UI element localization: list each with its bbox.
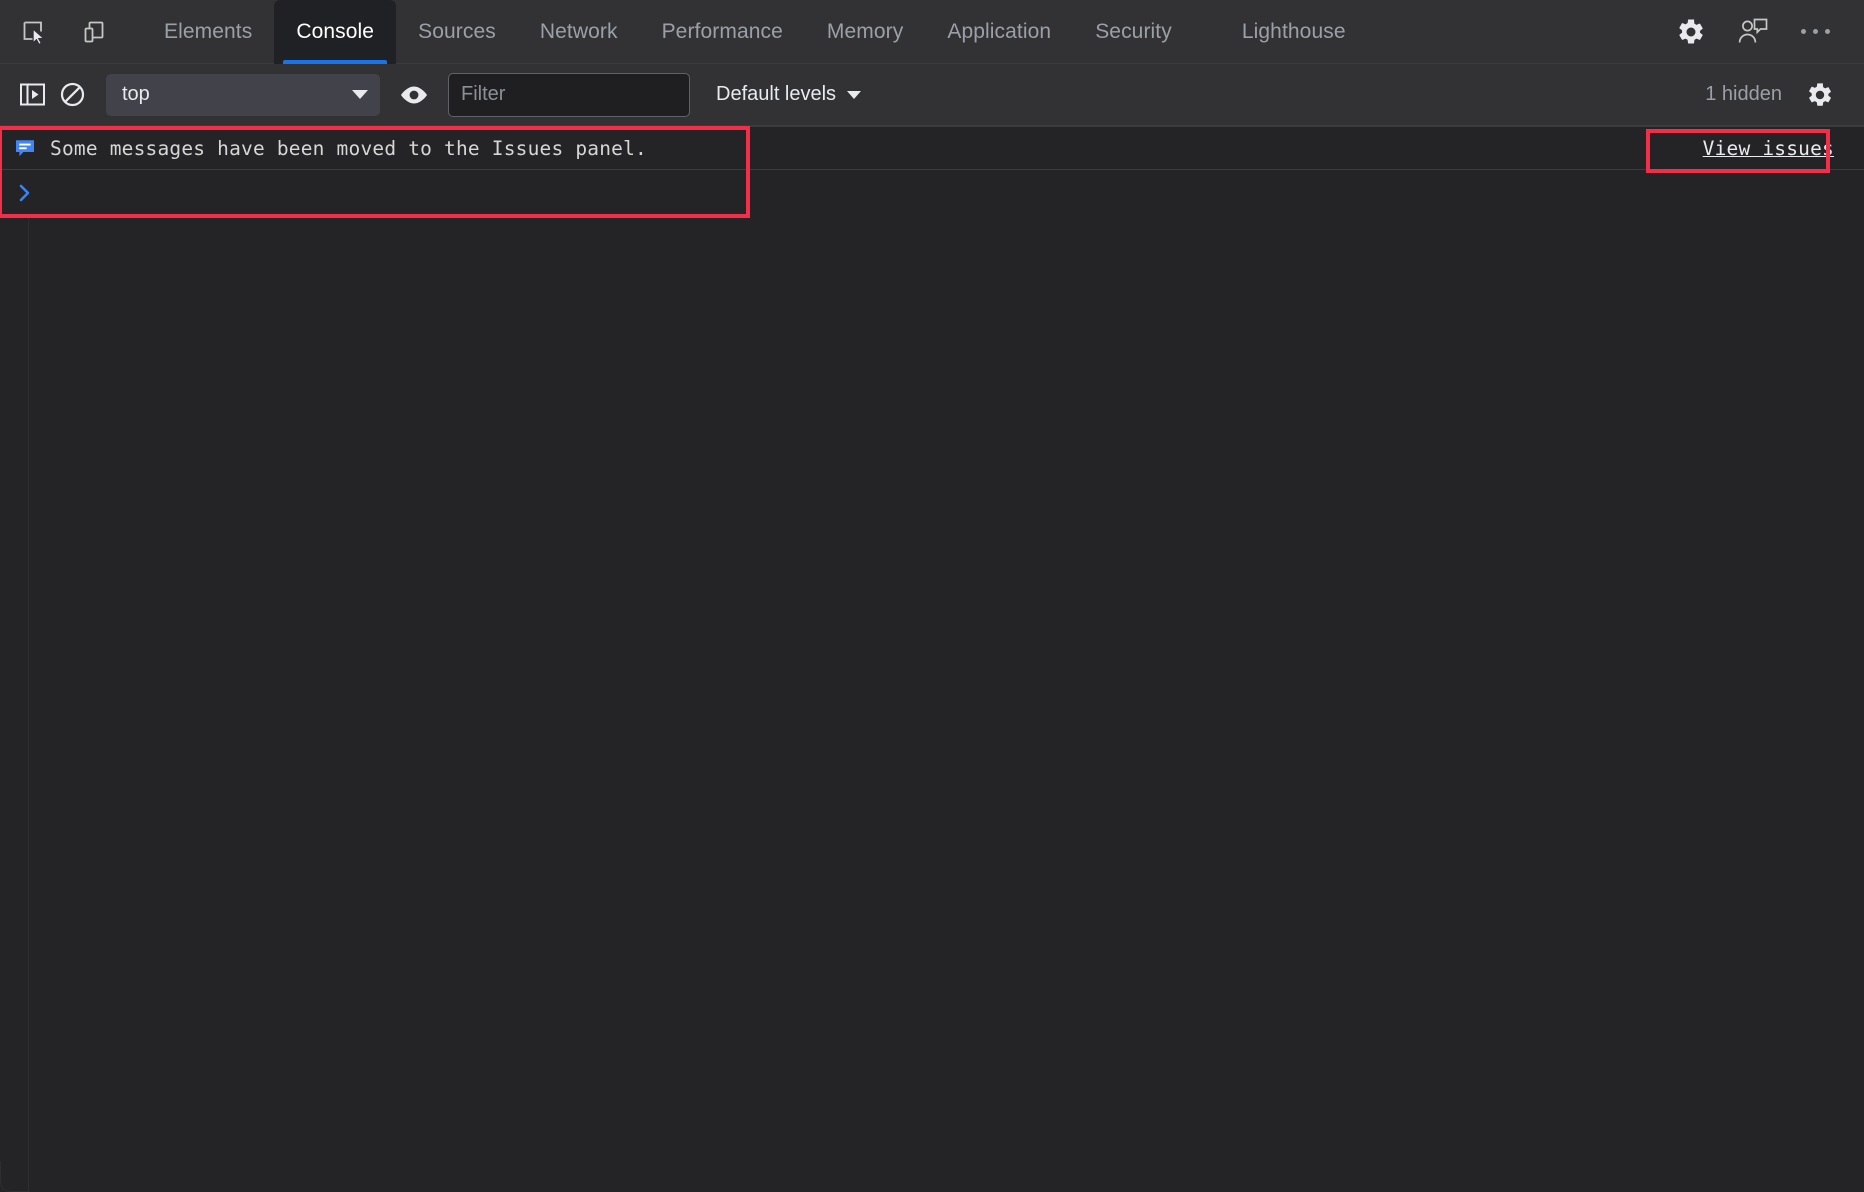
- settings-gear-glyph: [1676, 17, 1706, 47]
- console-settings-glyph: [1806, 81, 1834, 109]
- tab-label: Memory: [827, 20, 903, 44]
- chevron-right-icon: [17, 182, 33, 204]
- feedback-person-icon[interactable]: [1733, 12, 1773, 52]
- dot: [1813, 29, 1818, 34]
- settings-gear-icon[interactable]: [1671, 12, 1711, 52]
- view-issues-link[interactable]: View issues: [1699, 136, 1838, 161]
- eye-icon[interactable]: [394, 75, 434, 115]
- tab-application[interactable]: Application: [925, 0, 1073, 64]
- tab-security[interactable]: Security: [1073, 0, 1194, 64]
- device-toolbar-icon[interactable]: [74, 12, 114, 52]
- sidebar-toggle-glyph: [19, 81, 46, 108]
- console-toolbar-right: 1 hidden: [1705, 75, 1864, 115]
- prompt-caret-icon: [14, 182, 36, 204]
- console-message-area[interactable]: Some messages have been moved to the Iss…: [0, 126, 1864, 1192]
- console-message-row[interactable]: Some messages have been moved to the Iss…: [0, 126, 1864, 170]
- tab-label: Application: [947, 20, 1051, 44]
- tab-sources[interactable]: Sources: [396, 0, 518, 64]
- chevron-down-icon: [352, 90, 368, 99]
- chevron-down-icon: [847, 91, 861, 99]
- tab-performance[interactable]: Performance: [640, 0, 805, 64]
- tab-separator: [1194, 0, 1220, 64]
- console-prompt-input[interactable]: [36, 170, 1864, 215]
- devtools-tab-list: Elements Console Sources Network Perform…: [142, 0, 1368, 64]
- log-level-selector[interactable]: Default levels: [708, 77, 869, 112]
- tab-memory[interactable]: Memory: [805, 0, 925, 64]
- filter-box[interactable]: [448, 73, 690, 117]
- log-level-value: Default levels: [716, 83, 836, 106]
- live-expression-glyph: [398, 82, 430, 108]
- console-gutter-divider: [28, 126, 29, 1192]
- execution-context-value: top: [122, 83, 352, 106]
- console-prompt-row[interactable]: [0, 170, 1864, 215]
- execution-context-selector[interactable]: top: [106, 74, 380, 116]
- feedback-person-glyph: [1737, 17, 1769, 47]
- devtools-tabbar: Elements Console Sources Network Perform…: [0, 0, 1864, 64]
- info-message-glyph: [14, 137, 36, 159]
- view-issues-container: View issues: [1699, 136, 1838, 161]
- device-toolbar-glyph: [81, 19, 107, 45]
- tab-label: Network: [540, 20, 618, 44]
- hidden-messages-count[interactable]: 1 hidden: [1705, 83, 1782, 106]
- tab-lighthouse[interactable]: Lighthouse: [1220, 0, 1368, 64]
- tab-label: Elements: [164, 20, 252, 44]
- clear-console-glyph: [59, 81, 86, 108]
- tab-label: Console: [296, 20, 374, 44]
- tab-console[interactable]: Console: [274, 0, 396, 64]
- devtools-left-icons: [0, 12, 114, 52]
- clear-console-icon[interactable]: [52, 75, 92, 115]
- devtools-right-icons: [1671, 12, 1864, 52]
- info-message-icon: [14, 137, 36, 159]
- tab-label: Performance: [662, 20, 783, 44]
- tab-elements[interactable]: Elements: [142, 0, 274, 64]
- tab-label: Security: [1095, 20, 1172, 44]
- dot: [1801, 29, 1806, 34]
- tab-network[interactable]: Network: [518, 0, 640, 64]
- panel-bottom-corner: [0, 1162, 30, 1192]
- more-options-icon[interactable]: [1795, 21, 1836, 42]
- console-message-text: Some messages have been moved to the Iss…: [50, 137, 647, 160]
- filter-input[interactable]: [461, 83, 677, 106]
- tab-label: Lighthouse: [1242, 20, 1346, 44]
- devtools-window: Elements Console Sources Network Perform…: [0, 0, 1864, 1192]
- inspect-element-glyph: [21, 19, 47, 45]
- dot: [1825, 29, 1830, 34]
- console-toolbar: top Default levels 1 hidden: [0, 64, 1864, 126]
- console-sidebar-toggle-icon[interactable]: [12, 75, 52, 115]
- tab-label: Sources: [418, 20, 496, 44]
- console-settings-gear-icon[interactable]: [1800, 75, 1840, 115]
- inspect-element-icon[interactable]: [14, 12, 54, 52]
